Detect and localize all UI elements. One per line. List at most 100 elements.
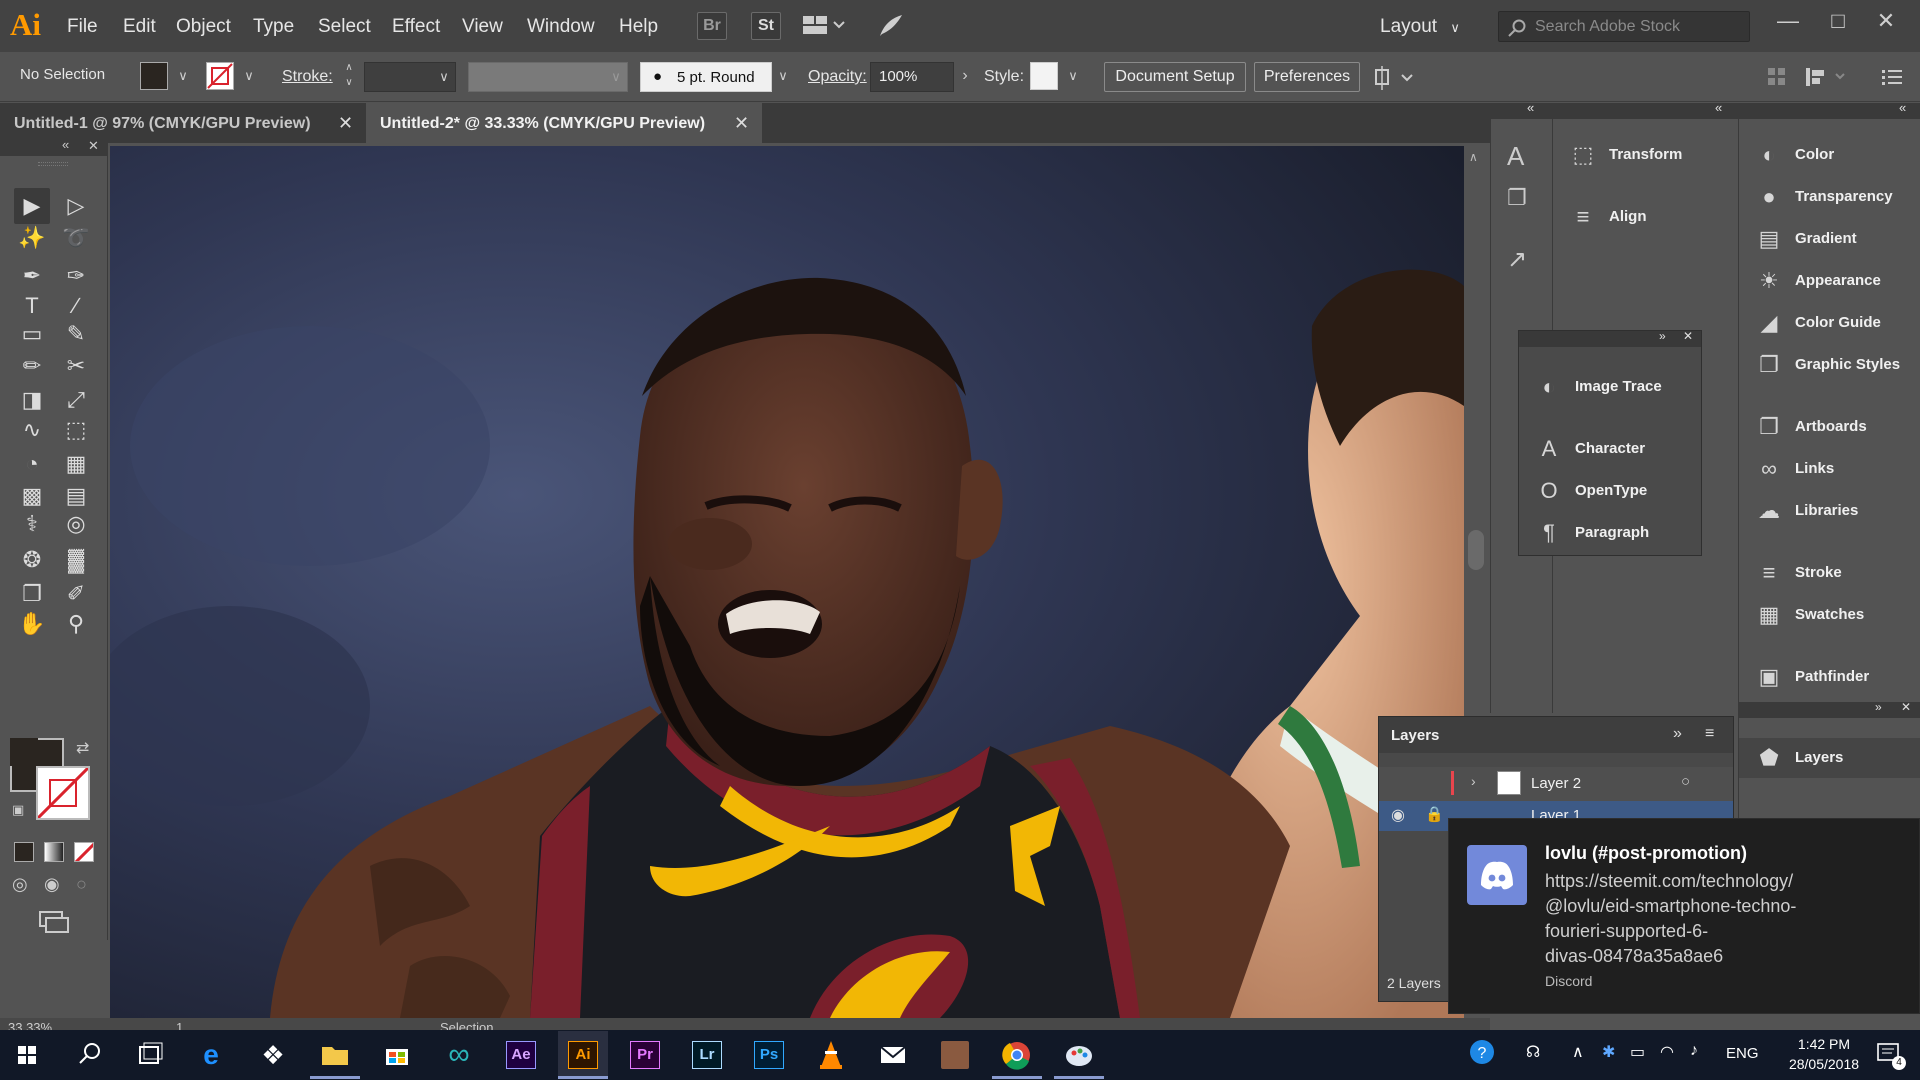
close-icon[interactable]: ✕ bbox=[88, 138, 99, 154]
panel-transparency[interactable]: ● Transparency bbox=[1739, 177, 1920, 217]
stroke-swatch[interactable] bbox=[206, 62, 234, 90]
paint-app-icon[interactable] bbox=[1054, 1031, 1104, 1079]
store-icon[interactable] bbox=[372, 1031, 422, 1079]
stroke-weight-stepper[interactable]: ∧ ∨ bbox=[338, 60, 360, 90]
free-transform-tool-icon[interactable]: ⬚ bbox=[58, 412, 94, 448]
menu-window[interactable]: Window bbox=[527, 0, 595, 52]
search-stock-input[interactable]: Search Adobe Stock bbox=[1498, 11, 1750, 42]
eyedropper-tool-icon[interactable]: ⚕ bbox=[14, 506, 50, 542]
visibility-eye-icon[interactable]: ◉ bbox=[1391, 805, 1405, 825]
photoshop-icon[interactable]: Ps bbox=[744, 1031, 794, 1079]
panel-links[interactable]: ∞ Links bbox=[1739, 449, 1920, 489]
screen-mode-icon[interactable] bbox=[38, 910, 72, 934]
none-mode-icon[interactable] bbox=[74, 842, 94, 862]
discord-notification[interactable]: lovlu (#post-promotion) https://steemit.… bbox=[1448, 818, 1920, 1014]
paragraph-styles-icon[interactable]: ❐ bbox=[1507, 185, 1527, 211]
minimize-button[interactable]: — bbox=[1768, 6, 1808, 38]
hand-tool-icon[interactable]: ✋ bbox=[14, 606, 50, 642]
expand-icon[interactable]: » bbox=[1875, 700, 1882, 714]
menu-edit[interactable]: Edit bbox=[123, 0, 156, 52]
mail-icon[interactable] bbox=[868, 1031, 918, 1079]
scroll-up-icon[interactable]: ∧ bbox=[1469, 150, 1478, 164]
menu-object[interactable]: Object bbox=[176, 0, 231, 52]
dropbox-icon[interactable]: ❖ bbox=[248, 1031, 298, 1079]
preferences-button[interactable]: Preferences bbox=[1254, 62, 1360, 92]
search-icon[interactable] bbox=[64, 1031, 114, 1079]
opacity-field[interactable]: 100% bbox=[870, 62, 954, 92]
shape-builder-tool-icon[interactable]: ◔ bbox=[14, 446, 50, 482]
target-circle-icon[interactable]: ○ bbox=[1681, 773, 1690, 790]
default-colors-icon[interactable]: ▣ bbox=[12, 802, 24, 818]
maximize-button[interactable]: □ bbox=[1818, 6, 1858, 38]
expand-icon[interactable]: » bbox=[1673, 725, 1682, 743]
layer-name[interactable]: Layer 2 bbox=[1531, 775, 1581, 792]
expand-arrow-icon[interactable]: › bbox=[1471, 773, 1476, 789]
collapse-icon[interactable]: « bbox=[1527, 100, 1534, 115]
swap-fill-stroke-icon[interactable]: ⇄ bbox=[76, 738, 89, 758]
control-bar-menu-icon[interactable] bbox=[1880, 66, 1904, 88]
opacity-arrow-icon[interactable]: › bbox=[954, 61, 976, 91]
draw-normal-icon[interactable]: ◎ bbox=[12, 874, 28, 895]
premiere-icon[interactable]: Pr bbox=[620, 1031, 670, 1079]
direct-selection-tool-icon[interactable]: ▷ bbox=[58, 188, 94, 224]
arrange-documents-icon[interactable] bbox=[801, 14, 845, 38]
panel-color-guide[interactable]: ◢ Color Guide bbox=[1739, 303, 1920, 343]
start-button[interactable] bbox=[2, 1031, 52, 1079]
panel-appearance[interactable]: ☀ Appearance bbox=[1739, 261, 1920, 301]
draw-behind-icon[interactable]: ◉ bbox=[44, 874, 60, 895]
workspace-switcher[interactable]: Layout ∨ bbox=[1380, 0, 1460, 52]
brush-dropdown[interactable]: ∨ bbox=[772, 61, 794, 91]
panel-grid-icon[interactable] bbox=[1766, 66, 1788, 88]
brush-definition[interactable]: ● 5 pt. Round bbox=[640, 62, 772, 92]
arduino-icon[interactable]: ∞ bbox=[434, 1031, 484, 1079]
close-icon[interactable]: ✕ bbox=[1683, 329, 1693, 343]
menu-view[interactable]: View bbox=[462, 0, 503, 52]
collapse-icon[interactable]: « bbox=[1715, 100, 1722, 115]
action-center-icon[interactable]: 4 bbox=[1874, 1040, 1906, 1070]
stroke-color-box[interactable] bbox=[36, 766, 90, 820]
bluetooth-icon[interactable]: ✱ bbox=[1602, 1042, 1615, 1062]
draw-inside-icon[interactable]: ○ bbox=[76, 874, 87, 895]
scroll-thumb[interactable] bbox=[1468, 530, 1484, 570]
graphic-style-swatch[interactable] bbox=[1030, 62, 1058, 90]
variable-width-profile[interactable]: ∨ bbox=[468, 62, 628, 92]
show-hidden-icons-icon[interactable]: ∧ bbox=[1572, 1042, 1584, 1062]
character-styles-icon[interactable]: A bbox=[1507, 141, 1524, 172]
help-icon[interactable]: ? bbox=[1468, 1038, 1496, 1066]
selection-tool-icon[interactable]: ▶ bbox=[14, 188, 50, 224]
lightroom-icon[interactable]: Lr bbox=[682, 1031, 732, 1079]
export-icon[interactable]: ↗ bbox=[1507, 245, 1527, 274]
tab-close-icon[interactable]: ✕ bbox=[338, 103, 353, 143]
collapse-icon[interactable]: « bbox=[1899, 100, 1906, 115]
expand-icon[interactable]: » bbox=[1659, 329, 1666, 343]
style-dropdown[interactable]: ∨ bbox=[1062, 61, 1084, 91]
artboard-canvas[interactable] bbox=[110, 146, 1464, 1018]
close-icon[interactable]: ✕ bbox=[1901, 700, 1911, 714]
color-mode-icon[interactable] bbox=[14, 842, 34, 862]
menu-file[interactable]: File bbox=[67, 0, 98, 52]
shaper-tool-icon[interactable]: ✏ bbox=[14, 348, 50, 384]
panel-libraries[interactable]: ☁ Libraries bbox=[1739, 491, 1920, 531]
menu-help[interactable]: Help bbox=[619, 0, 658, 52]
file-explorer-icon[interactable] bbox=[310, 1031, 360, 1079]
fill-swatch[interactable] bbox=[140, 62, 168, 90]
task-view-icon[interactable] bbox=[124, 1031, 174, 1079]
stroke-label[interactable]: Stroke: bbox=[282, 68, 333, 86]
stock-button[interactable]: St bbox=[751, 12, 781, 40]
panel-pathfinder[interactable]: ▣ Pathfinder bbox=[1739, 657, 1920, 697]
people-icon[interactable]: ☊ bbox=[1526, 1042, 1540, 1062]
panel-image-trace[interactable]: ◐ Image Trace bbox=[1519, 367, 1701, 407]
scissors-tool-icon[interactable]: ✂ bbox=[58, 348, 94, 384]
zoom-tool-icon[interactable]: ⚲ bbox=[58, 606, 94, 642]
stroke-dropdown[interactable]: ∨ bbox=[238, 61, 260, 91]
blend-tool-icon[interactable]: ◎ bbox=[58, 506, 94, 542]
panel-artboards[interactable]: ❐ Artboards bbox=[1739, 407, 1920, 447]
panel-paragraph[interactable]: ¶ Paragraph bbox=[1519, 513, 1701, 553]
perspective-grid-tool-icon[interactable]: ▦ bbox=[58, 446, 94, 482]
panel-align[interactable]: ≡ Align bbox=[1553, 197, 1738, 237]
volume-icon[interactable]: ♪ bbox=[1690, 1042, 1698, 1060]
paintbrush-tool-icon[interactable]: ✎ bbox=[58, 316, 94, 352]
tab-untitled-2[interactable]: Untitled-2* @ 33.33% (CMYK/GPU Preview) bbox=[366, 103, 762, 143]
edge-icon[interactable]: e bbox=[186, 1031, 236, 1079]
panel-character[interactable]: A Character bbox=[1519, 429, 1701, 469]
